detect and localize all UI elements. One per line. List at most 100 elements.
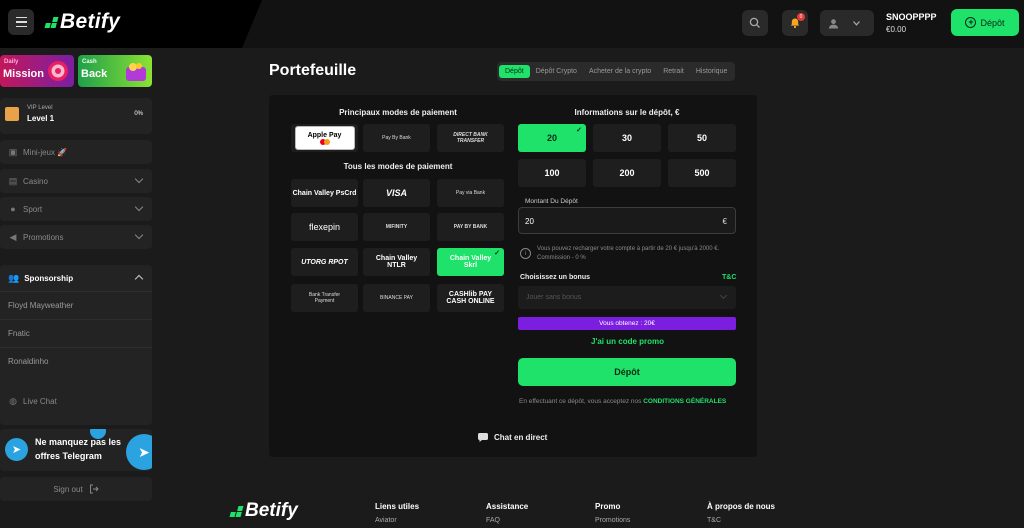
sidebar-item-live-chat[interactable]: ◍ Live Chat bbox=[0, 389, 152, 413]
footer-logo[interactable]: Betify bbox=[229, 500, 298, 522]
tab-deposit[interactable]: Dépôt bbox=[499, 65, 530, 78]
notifications-button[interactable]: 0 bbox=[782, 10, 808, 36]
sidebar-item-sponsorship[interactable]: 👥 Sponsorship bbox=[8, 273, 73, 284]
brand-logo-icon bbox=[229, 505, 244, 517]
pay-by-bank-label: Pay By Bank bbox=[382, 135, 411, 141]
amount-option-100[interactable]: 100 bbox=[518, 159, 586, 187]
bank-transfer-label: Bank Transfer Payment bbox=[308, 292, 341, 304]
chevron-down-icon bbox=[719, 291, 728, 300]
terms-link[interactable]: CONDITIONS GÉNÉRALES bbox=[643, 398, 726, 405]
tab-deposit-crypto[interactable]: Dépôt Crypto bbox=[530, 65, 583, 78]
vip-level-card[interactable]: VIP Level Level 1 0% bbox=[0, 98, 152, 134]
sidebar-item-label: Live Chat bbox=[23, 396, 57, 406]
footer-column-links: Liens utiles Aviator bbox=[375, 502, 419, 524]
footer-link[interactable]: T&C bbox=[707, 517, 775, 524]
binance-pay-label: BINANCE PAY bbox=[380, 295, 413, 301]
payment-mifinity[interactable]: MIFINITY bbox=[363, 213, 430, 241]
bonus-gain-banner: Vous obtenez : 20€ bbox=[518, 317, 736, 330]
payment-rpot[interactable]: UTORG RPOT bbox=[291, 248, 358, 276]
tab-withdraw[interactable]: Retrait bbox=[657, 65, 690, 78]
daily-mission-tile[interactable]: Daily Mission bbox=[0, 55, 74, 87]
chat-icon: ◍ bbox=[9, 395, 17, 406]
sponsor-fnatic[interactable]: Fnatic bbox=[8, 329, 30, 338]
all-methods-title: Tous les modes de paiement bbox=[343, 162, 453, 171]
direct-bank-transfer-label: DIRECT BANK TRANSFER bbox=[453, 132, 488, 144]
payment-pay-by-bank[interactable]: Pay By Bank bbox=[363, 124, 430, 152]
sidebar-item-casino[interactable]: ▤ Casino bbox=[0, 169, 152, 193]
balance: €0.00 bbox=[886, 25, 907, 34]
tab-history[interactable]: Historique bbox=[690, 65, 734, 78]
amount-option-50[interactable]: 50 bbox=[668, 124, 736, 152]
payment-pscrd[interactable]: Chain Valley PsCrd bbox=[291, 179, 358, 207]
check-icon: ✓ bbox=[494, 250, 500, 257]
sign-out-button[interactable]: Sign out bbox=[0, 477, 152, 501]
payment-pay-by-bank-2[interactable]: PAY BY BANK bbox=[437, 213, 504, 241]
check-icon: ✓ bbox=[576, 127, 582, 134]
mifinity-label: MIFINITY bbox=[385, 224, 408, 230]
telegram-banner[interactable]: ➤ Ne manquez pas les offres Telegram ➤ bbox=[0, 429, 152, 471]
payment-ntlr[interactable]: Chain Valley NTLR bbox=[363, 248, 430, 276]
chevron-down-icon bbox=[134, 202, 144, 212]
amount-option-30[interactable]: 30 bbox=[593, 124, 661, 152]
menu-button[interactable] bbox=[8, 9, 34, 35]
page-title: Portefeuille bbox=[269, 62, 357, 79]
flexepin-label: flexepin bbox=[308, 222, 341, 232]
amount-option-20[interactable]: 20 ✓ bbox=[518, 124, 586, 152]
brand-logo[interactable]: Betify bbox=[44, 10, 120, 34]
amount-option-500[interactable]: 500 bbox=[668, 159, 736, 187]
logout-icon bbox=[89, 484, 99, 494]
payment-cashlib[interactable]: CASHlib PAY CASH ONLINE bbox=[437, 284, 504, 312]
amount-option-200[interactable]: 200 bbox=[593, 159, 661, 187]
chevron-down-icon bbox=[134, 174, 144, 184]
payment-flexepin[interactable]: flexepin bbox=[291, 213, 358, 241]
payment-visa[interactable]: VISA bbox=[363, 179, 430, 207]
sidebar-item-mini-games[interactable]: ▣ Mini-jeux 🚀 bbox=[0, 140, 152, 164]
payment-binance-pay[interactable]: BINANCE PAY bbox=[363, 284, 430, 312]
footer-link[interactable]: Promotions bbox=[595, 517, 630, 524]
amount-input[interactable]: 20 € bbox=[518, 207, 736, 234]
footer-heading: Promo bbox=[595, 502, 621, 511]
deposit-header-button[interactable]: + Dépôt bbox=[951, 9, 1019, 36]
user-menu-button[interactable] bbox=[820, 10, 874, 36]
search-icon bbox=[749, 17, 760, 28]
cash-back-tile[interactable]: Cash Back bbox=[78, 55, 152, 87]
deposit-submit-button[interactable]: Dépôt bbox=[518, 358, 736, 386]
amount-value: 50 bbox=[696, 133, 707, 143]
footer-link[interactable]: Aviator bbox=[375, 517, 419, 524]
deposit-limits-info: Vous pouvez recharger votre compte à par… bbox=[537, 246, 720, 261]
footer-heading: Liens utiles bbox=[375, 502, 420, 511]
tab-buy-crypto[interactable]: Acheter de la crypto bbox=[583, 65, 657, 78]
pay-by-bank-2-label: PAY BY BANK bbox=[453, 224, 488, 230]
payment-apple-pay[interactable]: Apple Pay bbox=[291, 124, 358, 152]
users-icon: 👥 bbox=[8, 273, 20, 283]
wallet-icon bbox=[126, 63, 146, 81]
payment-direct-bank-transfer[interactable]: DIRECT BANK TRANSFER bbox=[437, 124, 504, 152]
wallet-panel: Principaux modes de paiement Apple Pay P… bbox=[269, 95, 757, 457]
plus-icon: + bbox=[965, 17, 977, 28]
footer-column-promo: Promo Promotions bbox=[595, 502, 630, 524]
payment-pay-via-bank[interactable]: Pay via Bank bbox=[437, 179, 504, 207]
sponsor-ronaldinho[interactable]: Ronaldinho bbox=[8, 357, 48, 366]
target-icon bbox=[48, 61, 68, 81]
footer-link[interactable]: FAQ bbox=[486, 517, 528, 524]
gamepad-icon: ▣ bbox=[8, 146, 18, 157]
sidebar-item-promotions[interactable]: ◀ Promotions bbox=[0, 225, 152, 249]
sidebar-item-sport[interactable]: ● Sport bbox=[0, 197, 152, 221]
live-chat-button[interactable]: Chat en direct bbox=[477, 432, 547, 443]
ntlr-label: Chain Valley NTLR bbox=[375, 255, 418, 269]
payment-bank-transfer[interactable]: Bank Transfer Payment bbox=[291, 284, 358, 312]
promo-code-link[interactable]: J'ai un code promo bbox=[591, 337, 664, 346]
payment-skrl-selected[interactable]: Chain Valley Skrl ✓ bbox=[437, 248, 504, 276]
chevron-up-icon[interactable] bbox=[134, 274, 144, 284]
footer-column-assistance: Assistance FAQ bbox=[486, 502, 528, 524]
top-bar-brand-area bbox=[0, 0, 262, 48]
bonus-select[interactable]: Jouer sans bonus bbox=[518, 286, 736, 309]
amount-field-label: Montant Du Dépôt bbox=[525, 198, 578, 205]
tnc-link[interactable]: T&C bbox=[722, 274, 736, 281]
divider bbox=[0, 319, 152, 320]
search-button[interactable] bbox=[742, 10, 768, 36]
pay-via-bank-label: Pay via Bank bbox=[455, 190, 486, 196]
apple-pay-label: Apple Pay bbox=[307, 131, 342, 139]
vip-badge-icon bbox=[5, 107, 19, 121]
sponsor-floyd-mayweather[interactable]: Floyd Mayweather bbox=[8, 301, 73, 310]
